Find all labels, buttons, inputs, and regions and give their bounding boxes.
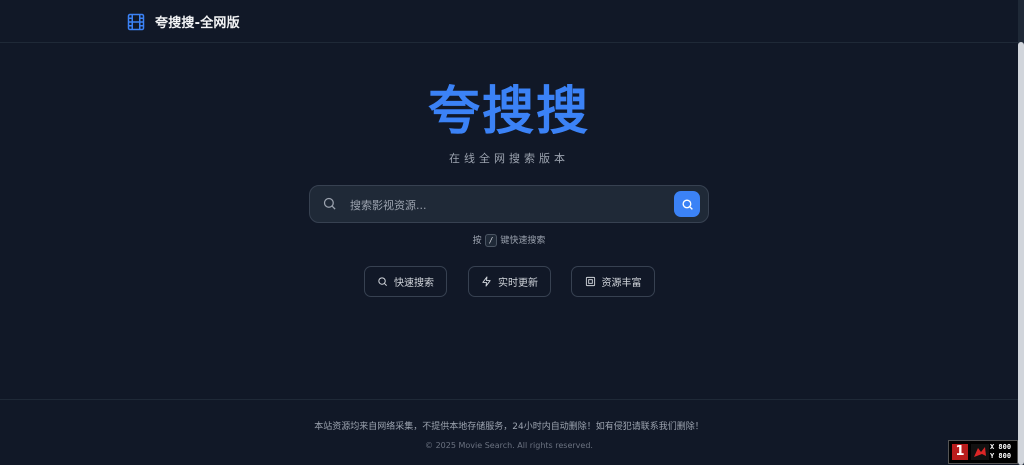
search-input[interactable] — [348, 194, 672, 216]
hero-title: 夸搜搜 — [427, 82, 590, 142]
search-icon — [681, 198, 693, 210]
keyboard-hint: 按 / 键快速搜索 — [0, 233, 1018, 247]
red-figure-icon — [974, 447, 986, 457]
search-button[interactable] — [674, 191, 700, 217]
top-nav: 夸搜搜-全网版 — [0, 0, 1018, 43]
overlay-x: X 800 — [990, 443, 1012, 451]
overlay-coords: X 800 Y 800 — [990, 443, 1011, 461]
hero-subtitle: 在线全网搜索版本 — [449, 152, 569, 165]
feature-label: 资源丰富 — [601, 278, 642, 289]
overlay-y: Y 800 — [990, 452, 1012, 460]
film-icon — [127, 13, 145, 30]
hint-prefix: 按 — [472, 236, 482, 246]
feature-label: 实时更新 — [498, 278, 538, 289]
overlay-icon — [971, 444, 989, 460]
overlay-badge: 1 — [952, 444, 968, 460]
shortcut-key: / — [484, 234, 498, 247]
search-icon — [323, 197, 336, 210]
corner-overlay-widget: 1 X 800 Y 800 — [948, 440, 1018, 464]
page: 夸搜搜-全网版 夸搜搜 在线全网搜索版本 按/键快速搜索 快速搜索 实时更新 — [0, 0, 1024, 465]
site-title: 夸搜搜-全网版 — [155, 16, 240, 31]
feature-label: 快速搜索 — [394, 278, 434, 289]
footer: 本站资源均来自网络采集，不提供本地存储服务，24小时内自动删除！如有侵犯请联系我… — [0, 399, 1018, 465]
hint-suffix: 键快速搜索 — [500, 236, 546, 246]
search-bar — [309, 185, 709, 223]
search-icon — [378, 277, 387, 286]
brand[interactable]: 夸搜搜-全网版 — [127, 12, 240, 31]
lightning-icon — [482, 276, 491, 287]
feature-quick-search[interactable]: 快速搜索 — [364, 266, 447, 297]
scrollbar-thumb[interactable] — [1018, 42, 1024, 465]
box-icon — [585, 276, 595, 287]
scrollbar[interactable] — [1018, 0, 1024, 465]
footer-disclaimer: 本站资源均来自网络采集，不提供本地存储服务，24小时内自动删除！如有侵犯请联系我… — [314, 422, 704, 432]
feature-realtime-update[interactable]: 实时更新 — [468, 266, 551, 297]
footer-copyright: © 2025 Movie Search. All rights reserved… — [425, 441, 593, 450]
feature-rich-resources[interactable]: 资源丰富 — [571, 266, 655, 297]
